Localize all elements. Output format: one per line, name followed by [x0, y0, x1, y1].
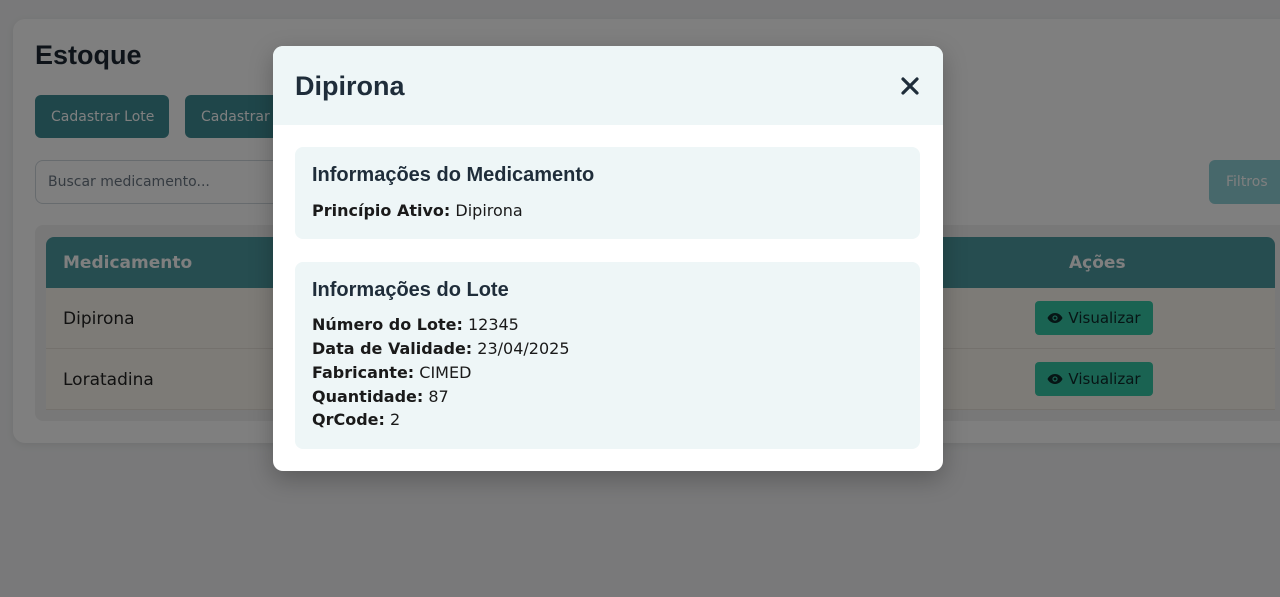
- numero-lote-line: Número do Lote: 12345: [312, 315, 519, 334]
- section-title: Informações do Medicamento: [312, 164, 595, 186]
- qrcode-line: QrCode: 2: [312, 410, 400, 429]
- section-title: Informações do Lote: [312, 279, 509, 301]
- numero-lote-label: Número do Lote:: [312, 315, 463, 334]
- validade-line: Data de Validade: 23/04/2025: [312, 339, 570, 358]
- close-button[interactable]: [897, 73, 923, 99]
- modal-header: Dipirona: [273, 46, 943, 125]
- medicamento-info-section: Informações do Medicamento Princípio Ati…: [295, 147, 920, 239]
- validade-value: 23/04/2025: [477, 339, 570, 358]
- principio-ativo-label: Princípio Ativo:: [312, 201, 451, 220]
- close-icon: [901, 77, 919, 95]
- principio-ativo-line: Princípio Ativo: Dipirona: [312, 201, 523, 220]
- qrcode-value: 2: [390, 410, 401, 429]
- medicamento-modal: Dipirona Informações do Medicamento Prin…: [273, 46, 943, 471]
- modal-title: Dipirona: [295, 71, 405, 101]
- lote-info-section: Informações do Lote Número do Lote: 1234…: [295, 262, 920, 449]
- fabricante-line: Fabricante: CIMED: [312, 363, 471, 382]
- quantidade-label: Quantidade:: [312, 387, 424, 406]
- fabricante-label: Fabricante:: [312, 363, 415, 382]
- validade-label: Data de Validade:: [312, 339, 473, 358]
- quantidade-value: 87: [428, 387, 449, 406]
- quantidade-line: Quantidade: 87: [312, 387, 449, 406]
- principio-ativo-value: Dipirona: [455, 201, 523, 220]
- numero-lote-value: 12345: [467, 315, 519, 334]
- fabricante-value: CIMED: [419, 363, 472, 382]
- qrcode-label: QrCode:: [312, 410, 385, 429]
